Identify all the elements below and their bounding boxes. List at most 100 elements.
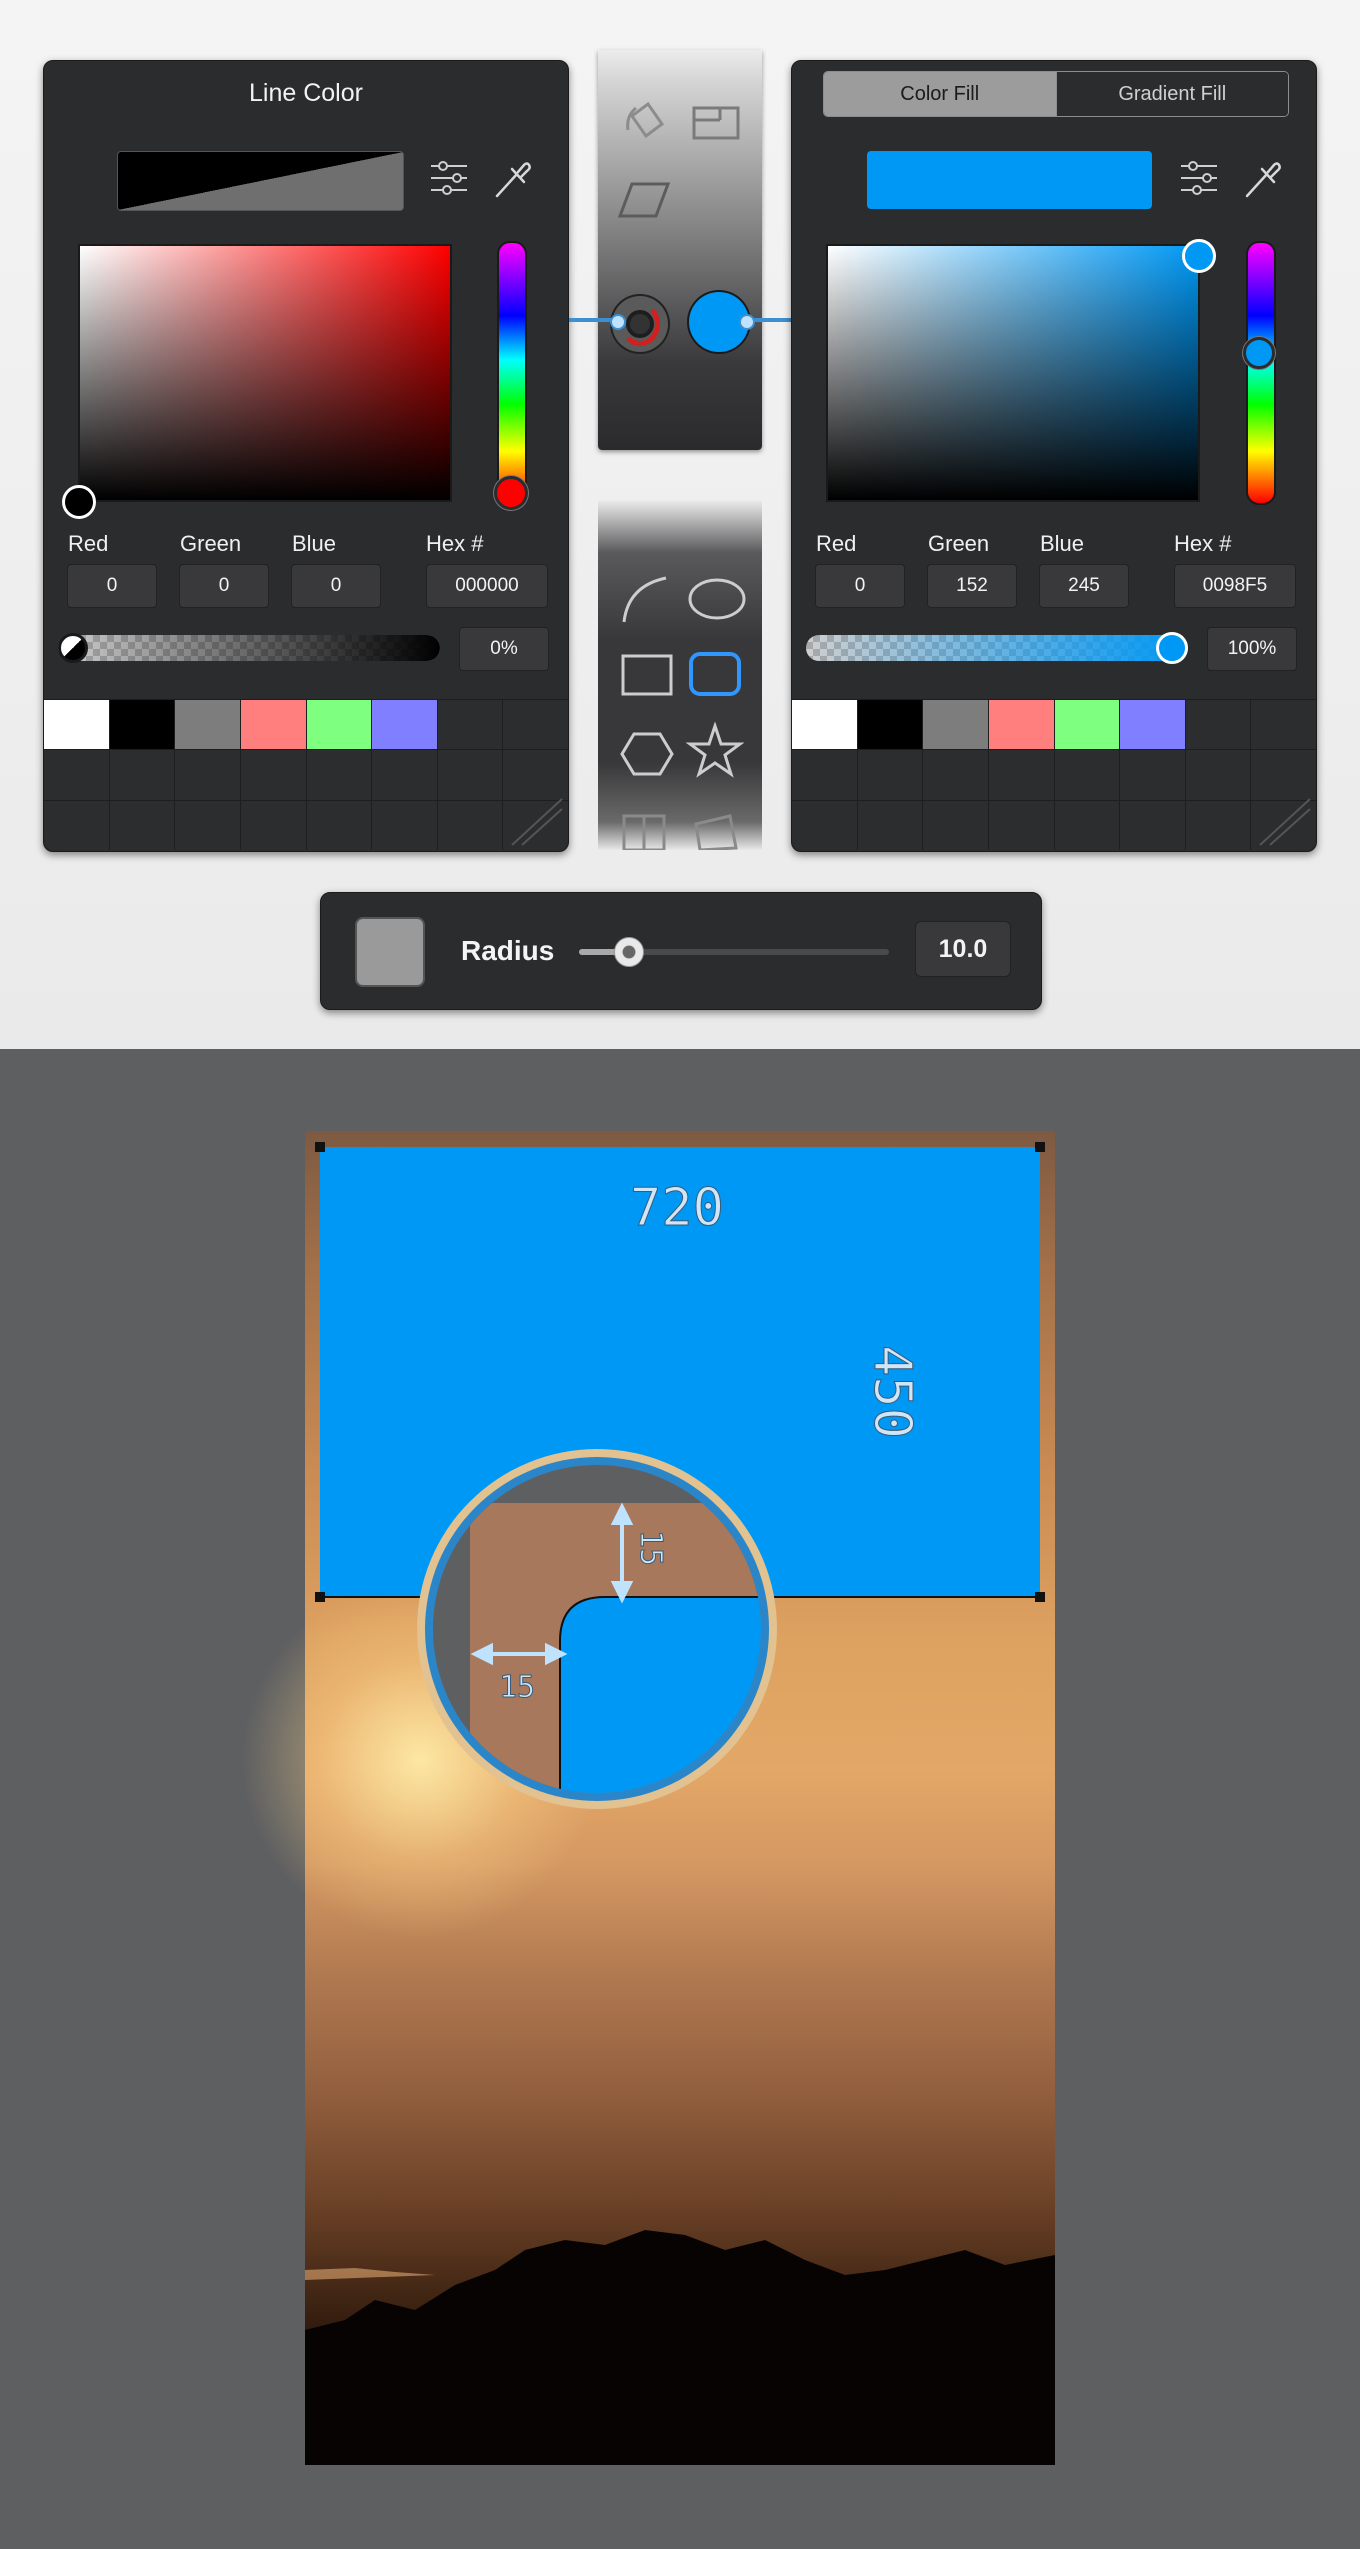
color-swatch[interactable] (1054, 750, 1120, 800)
sliders-icon[interactable] (1179, 156, 1219, 200)
radius-slider-thumb[interactable] (613, 937, 644, 967)
tab-gradient-fill[interactable]: Gradient Fill (1055, 72, 1288, 116)
curve-icon[interactable] (618, 572, 672, 626)
radius-label: Radius (461, 935, 555, 966)
rotate-icon[interactable] (620, 96, 670, 146)
color-swatch[interactable] (792, 750, 857, 800)
opacity-knob[interactable] (58, 633, 88, 663)
saturation-value-picker[interactable] (826, 244, 1200, 502)
rounded-rectangle-icon[interactable] (686, 648, 744, 700)
color-swatch[interactable] (175, 750, 240, 800)
hue-slider[interactable] (1246, 241, 1276, 505)
rectangle-icon[interactable] (618, 650, 676, 700)
color-swatch[interactable] (44, 750, 109, 800)
color-swatch[interactable] (437, 700, 503, 750)
red-label: Red (816, 531, 857, 556)
hue-slider[interactable] (497, 241, 527, 505)
color-swatch[interactable] (1251, 700, 1316, 750)
star-icon[interactable] (686, 722, 744, 780)
color-swatch[interactable] (988, 700, 1054, 750)
saturation-value-knob[interactable] (1182, 239, 1216, 273)
ellipse-icon[interactable] (686, 574, 748, 624)
color-swatch[interactable] (109, 800, 175, 850)
color-swatch[interactable] (437, 750, 503, 800)
polygon-shape-icon[interactable] (690, 812, 740, 850)
hexagon-icon[interactable] (618, 728, 676, 780)
color-swatch[interactable] (372, 800, 437, 850)
color-swatch[interactable] (503, 700, 568, 750)
color-swatch[interactable] (792, 700, 857, 750)
color-swatch[interactable] (306, 700, 372, 750)
sliders-icon[interactable] (429, 156, 469, 200)
red-field[interactable]: 0 (67, 564, 157, 608)
color-swatch[interactable] (1120, 700, 1185, 750)
eyedropper-icon[interactable] (1241, 156, 1281, 200)
blue-label: Blue (292, 531, 337, 556)
saturation-value-picker[interactable] (78, 244, 452, 502)
hex-field[interactable]: 0098F5 (1174, 564, 1296, 608)
color-swatch[interactable] (175, 800, 240, 850)
color-swatch[interactable] (437, 800, 503, 850)
color-swatch[interactable] (857, 700, 923, 750)
green-field[interactable]: 0 (179, 564, 269, 608)
opacity-gradient (806, 635, 1188, 661)
opacity-field[interactable]: 0% (459, 627, 549, 671)
resize-handle[interactable] (315, 1142, 325, 1152)
color-swatch[interactable] (240, 750, 306, 800)
green-field[interactable]: 152 (927, 564, 1017, 608)
swatch-grid (44, 699, 568, 850)
color-swatch[interactable] (175, 700, 240, 750)
color-swatch[interactable] (1054, 800, 1120, 850)
resize-icon[interactable] (690, 104, 742, 144)
tab-color-fill[interactable]: Color Fill (824, 72, 1056, 116)
color-swatch[interactable] (44, 800, 109, 850)
resize-corner-icon[interactable] (1252, 797, 1312, 847)
color-swatch[interactable] (923, 700, 988, 750)
color-swatch[interactable] (306, 800, 372, 850)
color-swatch[interactable] (1120, 750, 1185, 800)
radius-value-field[interactable]: 10.0 (915, 921, 1011, 977)
color-swatch[interactable] (1185, 700, 1251, 750)
color-swatch[interactable] (1054, 700, 1120, 750)
color-swatch[interactable] (109, 750, 175, 800)
color-swatch[interactable] (240, 700, 306, 750)
tree-silhouette (305, 2230, 1055, 2465)
color-swatch[interactable] (1185, 750, 1251, 800)
grid-shape-icon[interactable] (620, 812, 670, 850)
hue-knob[interactable] (494, 476, 528, 510)
blue-field[interactable]: 0 (291, 564, 381, 608)
color-swatch[interactable] (372, 700, 437, 750)
color-swatch[interactable] (1185, 800, 1251, 850)
opacity-slider[interactable] (58, 635, 440, 661)
skew-icon[interactable] (616, 180, 672, 220)
color-swatch[interactable] (1251, 750, 1316, 800)
color-swatch[interactable] (306, 750, 372, 800)
color-swatch[interactable] (44, 700, 109, 750)
color-swatch[interactable] (857, 750, 923, 800)
red-field[interactable]: 0 (815, 564, 905, 608)
color-swatch[interactable] (503, 750, 568, 800)
resize-handle[interactable] (1035, 1142, 1045, 1152)
color-swatch[interactable] (923, 750, 988, 800)
color-swatch[interactable] (988, 800, 1054, 850)
blue-field[interactable]: 245 (1039, 564, 1129, 608)
color-swatch[interactable] (109, 700, 175, 750)
color-swatch[interactable] (792, 800, 857, 850)
color-swatch[interactable] (372, 750, 437, 800)
line-color-connector (569, 318, 614, 322)
hue-knob[interactable] (1243, 337, 1275, 369)
opacity-field[interactable]: 100% (1207, 627, 1297, 671)
fill-color-preview (867, 151, 1152, 209)
saturation-value-knob[interactable] (62, 485, 96, 519)
color-swatch[interactable] (857, 800, 923, 850)
color-swatch[interactable] (1120, 800, 1185, 850)
color-swatch[interactable] (240, 800, 306, 850)
eyedropper-icon[interactable] (491, 156, 531, 200)
opacity-knob[interactable] (1156, 632, 1188, 664)
color-swatch[interactable] (923, 800, 988, 850)
red-label: Red (68, 531, 109, 556)
opacity-slider[interactable] (806, 635, 1188, 661)
hex-field[interactable]: 000000 (426, 564, 548, 608)
resize-corner-icon[interactable] (504, 797, 564, 847)
color-swatch[interactable] (988, 750, 1054, 800)
